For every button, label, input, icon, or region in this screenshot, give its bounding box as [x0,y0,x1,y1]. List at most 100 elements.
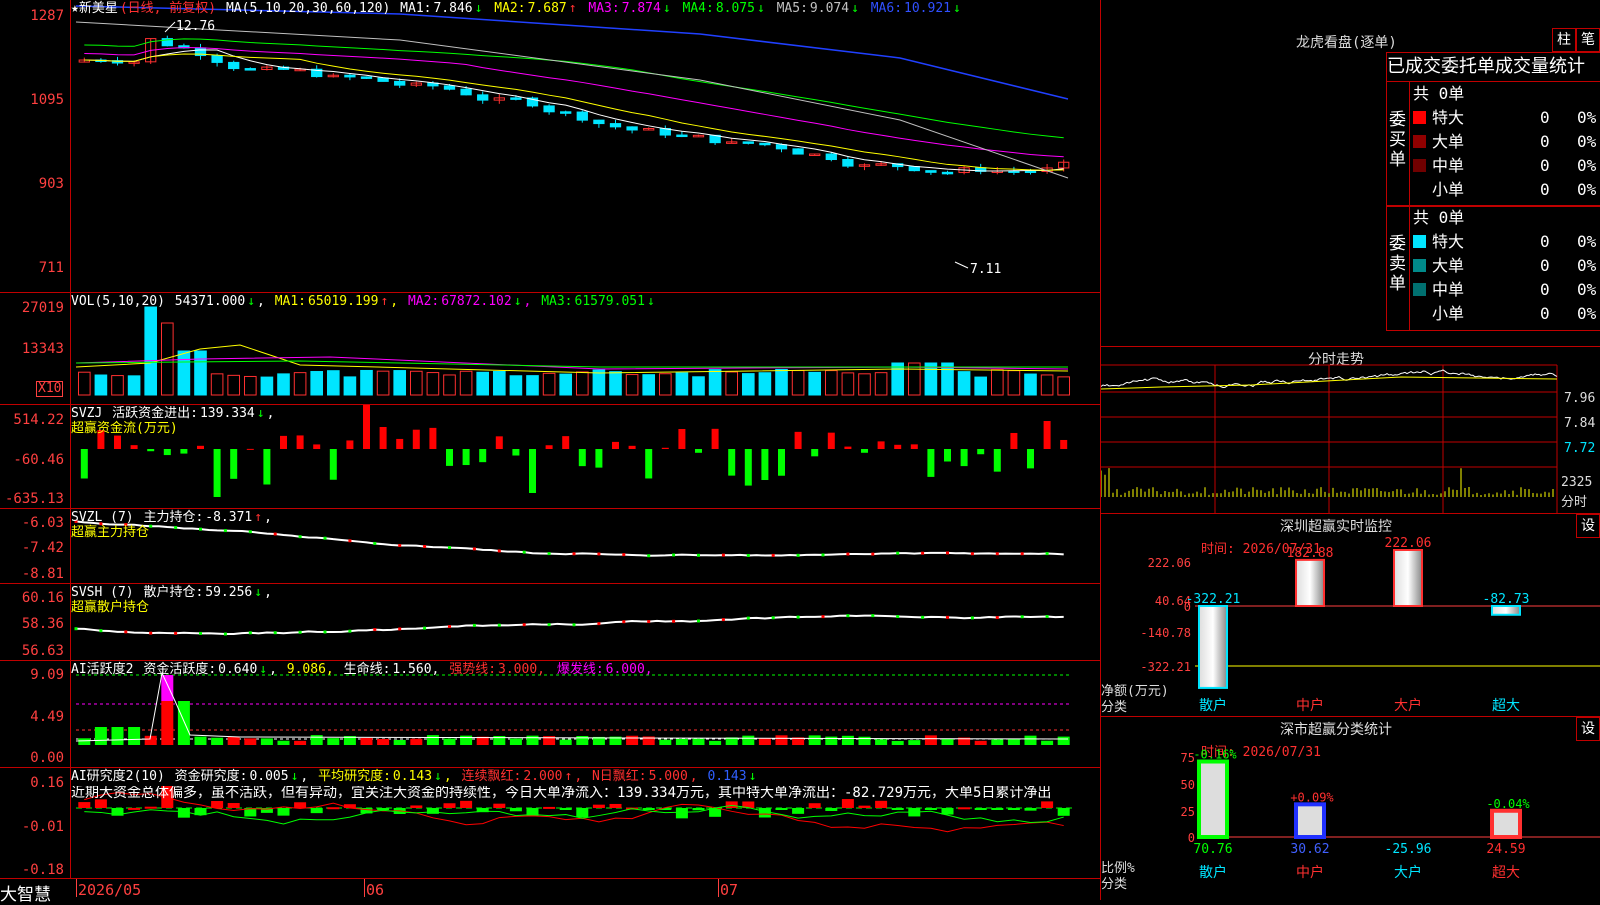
volume-bar [443,374,456,396]
volume-bar [326,370,340,396]
flow-bar [861,449,868,453]
activity-bar [360,737,373,745]
down-arrow-icon: ↓ [474,1,483,16]
flow-bar [495,436,503,449]
research-bar [1057,808,1070,816]
research-bar [808,803,821,808]
holding-dot [846,552,850,556]
flow-bar [114,435,121,449]
candle-body [228,61,240,70]
holding-dot [124,630,128,634]
candle-body [1024,170,1037,173]
holding-dot [995,552,999,556]
volume-chart[interactable] [0,293,1100,404]
candle-body [477,94,489,101]
ai-activity-panel[interactable]: 9.09 4.49 0.00 AI活跃度2 资金活跃度: 0.640 ↓, 9.08… [0,661,1100,768]
kline-panel[interactable]: 1287 1095 903 711 ★新美星 (日线, 前复权) MA(5,10,… [0,0,1100,293]
row-name: 中单 [1432,156,1465,175]
kline-chart[interactable] [0,0,1100,292]
intraday-chart[interactable] [1101,347,1600,513]
x-label: 06 [366,881,385,899]
activity-bar [908,740,921,745]
volume-panel[interactable]: 27019 13343 X10 VOL(5,10,20) 54371.000 ↓,… [0,293,1100,405]
holding-dot [721,553,725,557]
square-icon [1413,111,1426,124]
vol-ma-line [75,360,1068,368]
holding-dot [771,553,775,557]
holding-dot [149,631,153,635]
holding-dot [572,623,576,627]
volume-bar [625,374,639,396]
y-label: 7.96 [1564,391,1596,406]
activity-bar [974,740,987,745]
row-pct: 0% [1577,156,1597,175]
volume-bar [874,372,888,396]
vol-label: 2325 [1561,475,1593,490]
candle-body [443,85,456,90]
svsh-panel[interactable]: 60.16 58.36 56.63 SVSH (7) 散户持仓: 59.256 ↓,… [0,584,1100,661]
down-arrow-icon: ↓ [290,769,299,784]
holding-dot [323,536,327,540]
intraday-panel[interactable]: 分时走势 7.96 7.84 7.72 2325 分时 [1100,347,1600,514]
vol-ma3-value: 61579.051 [574,294,645,309]
flow-bar [213,449,221,497]
activity-bar [327,738,340,745]
holding-dot [921,551,925,555]
holding-dot [323,630,327,634]
ma5-label: MA5: [776,1,808,16]
change-label: +0.09% [1290,790,1334,804]
stock-name[interactable]: ★新美星 [71,1,118,16]
row-name: 大单 [1432,256,1465,275]
high-price-label: 12.76 [176,19,216,34]
svsh-subtitle: 超赢散户持仓 [71,600,150,615]
holding-dot [622,553,626,557]
holding-dot [448,546,451,550]
research-bar [991,808,1004,810]
volume-bar [609,371,622,396]
candle-body [609,123,622,128]
tick-mode-button[interactable]: 笔 [1576,28,1600,52]
svzl-panel[interactable]: -6.03 -7.42 -8.81 SVZL (7) 主力持仓: -8.371 ↑,… [0,509,1100,584]
flow-bar [877,441,885,449]
bar-mode-button[interactable]: 柱 [1552,28,1576,52]
activity-bar [1041,740,1054,745]
ma1-value: 7.846 [433,1,473,16]
net-bar [1295,558,1325,607]
flow-bar [711,428,719,449]
research-bar [825,808,838,811]
activity-bar [426,735,439,745]
activity-bar [875,739,888,745]
burst-line-label: 爆发线: [556,662,604,677]
activity-bar [277,740,290,745]
flow-bar [197,445,204,449]
ai-research-panel[interactable]: 0.16 -0.01 -0.18 AI研究度2(10) 资金研究度: 0.005 ↓… [0,768,1100,879]
volume-bar [94,374,108,396]
holding-dot [547,623,551,627]
holding-dot [697,619,700,623]
down-arrow-icon: ↓ [662,1,671,16]
ai-research-chart[interactable] [0,768,1100,878]
ai1-title: AI活跃度2 [71,662,134,677]
row-name: 中单 [1432,280,1465,299]
activity-bar [443,738,456,745]
holding-dot [174,631,178,635]
svzj-panel[interactable]: 514.22 -60.46 -635.13 SVZJ 活跃资金进出: 139.33… [0,405,1100,509]
row-name: 小单 [1432,304,1465,323]
activity-bar [294,740,307,745]
volume-bar [409,370,423,396]
sell-block: 委卖单 共 0单 特大 0 0% 大单 0 0% 中单 0 0% 小单 0 0% [1386,205,1600,331]
brand-logo[interactable]: 大智慧 [0,880,51,905]
ratio-bar [1197,759,1229,839]
holding-dot [497,549,501,553]
down-arrow-icon: ↓ [254,585,263,600]
volume-bar [243,375,257,396]
down-arrow-icon: ↓ [756,1,765,16]
volume-bar [144,306,158,396]
volume-bar [210,373,224,396]
ma2-label: MA2: [494,1,526,16]
holding-dot [946,615,949,619]
holding-line [75,614,1064,636]
change-label: -0.16% [1193,748,1237,762]
volume-bar [1057,376,1071,396]
volume-bar [227,374,241,396]
